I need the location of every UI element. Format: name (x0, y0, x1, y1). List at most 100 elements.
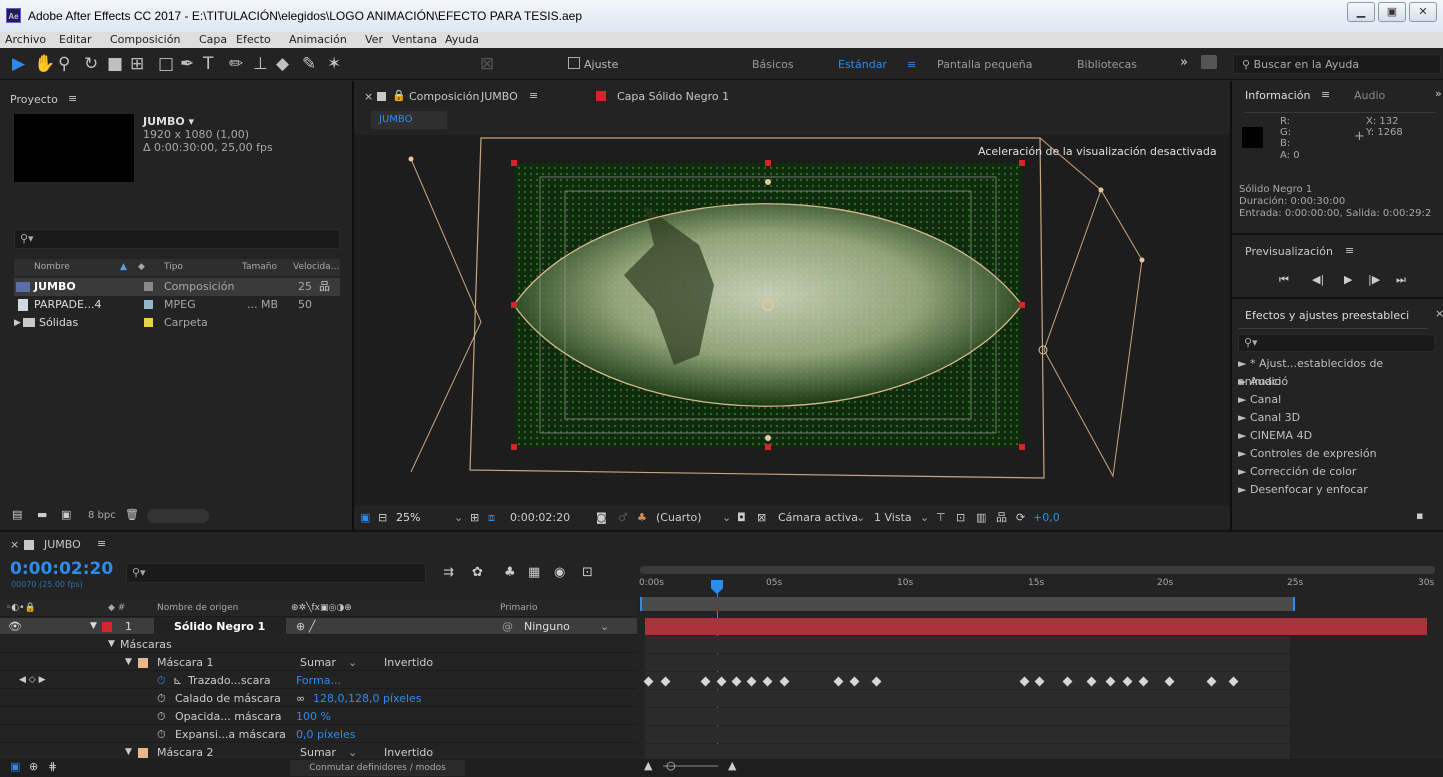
shy-icon[interactable]: ♣ (504, 565, 516, 580)
label-swatch[interactable] (102, 622, 112, 632)
always-preview-icon[interactable]: ▣ (360, 505, 370, 530)
panel-menu-icon[interactable]: ≡ (1345, 244, 1354, 257)
feather-value[interactable]: 128,0,128,0 píxeles (313, 690, 422, 707)
label-swatch[interactable] (144, 300, 153, 309)
panel-menu-icon[interactable]: ≡ (68, 92, 77, 105)
keyframe-nav-icon[interactable]: ◀ ◇ ▶ (19, 672, 46, 689)
label-swatch[interactable] (144, 282, 153, 291)
col-parent[interactable]: Primario (500, 600, 537, 617)
more-workspaces-button[interactable]: » (1180, 55, 1188, 70)
parent-select[interactable]: Ninguno (524, 618, 570, 635)
expand-arrow-icon[interactable]: ▼ (90, 618, 97, 635)
label-col-icon[interactable]: ◆ # (108, 600, 125, 617)
mask-name[interactable]: Máscara 1 (157, 654, 214, 671)
stopwatch-icon[interactable]: ⏱ (157, 672, 166, 689)
puppet-tool-icon[interactable]: ✶ (327, 54, 341, 74)
grid-icon[interactable]: ⊞ (470, 505, 479, 530)
layer-handle[interactable] (511, 160, 517, 166)
axis-icon[interactable]: ⊠ (480, 54, 494, 74)
zoom-tool-icon[interactable]: ⚲ (58, 54, 70, 74)
layer-handle[interactable] (1019, 160, 1025, 166)
layer-handle[interactable] (511, 444, 517, 450)
next-frame-icon[interactable]: |▶︎ (1368, 273, 1380, 286)
layer-tab-label[interactable]: Capa Sólido Negro 1 (617, 90, 729, 103)
first-frame-icon[interactable]: ⏮ (1279, 273, 1289, 287)
snapshot-icon[interactable]: ◙ (596, 505, 607, 530)
trash-icon[interactable]: 🗑 (125, 508, 139, 521)
resolution-select[interactable]: (Cuarto) (656, 505, 702, 530)
close-tab-icon[interactable]: × (364, 90, 373, 103)
col-tamano[interactable]: Tamaño (242, 259, 277, 276)
zoom-out-icon[interactable]: ▲ (644, 759, 652, 772)
effects-title[interactable]: Efectos y ajustes preestableci (1245, 309, 1409, 322)
layer-handle[interactable] (765, 160, 771, 166)
pixel-aspect-icon[interactable]: ⊤ (936, 505, 946, 530)
in-out-icon[interactable]: ⋕ (48, 760, 57, 773)
new-bin-icon[interactable]: ▪ (1416, 509, 1423, 522)
flowchart-icon[interactable]: 品 (319, 278, 330, 296)
panel-menu-icon[interactable]: ≡ (529, 89, 538, 102)
stopwatch-icon[interactable]: ⏱ (157, 690, 166, 707)
chevron-down-icon[interactable]: ⌄ (856, 505, 865, 530)
label-swatch[interactable] (144, 318, 153, 327)
new-comp-icon[interactable]: ▣ (61, 508, 71, 521)
brush-tool-icon[interactable]: ✏ (229, 54, 243, 74)
mask-path-value[interactable]: Forma... (296, 672, 341, 689)
stopwatch-icon[interactable]: ⏱ (157, 726, 166, 743)
more-panels-icon[interactable]: » (1435, 87, 1442, 100)
menu-capa[interactable]: Capa (199, 33, 227, 46)
audio-tab[interactable]: Audio (1354, 89, 1385, 102)
layer-row[interactable]: 👁 ▼ 1 Sólido Negro 1 ⊕ ╱ @ Ninguno ⌄ (0, 618, 637, 635)
ajuste-checkbox[interactable] (568, 57, 580, 69)
lock-icon[interactable]: 🔒 (392, 89, 406, 102)
help-search-input[interactable]: ⚲ Buscar en la Ayuda (1233, 54, 1441, 74)
exposure-value[interactable]: +0,0 (1033, 505, 1060, 530)
menu-editar[interactable]: Editar (59, 33, 92, 46)
shy-switch-icon[interactable]: ⊕ ╱ (296, 618, 315, 635)
effect-category[interactable]: ► Corrección de color (1238, 463, 1435, 481)
workspace-basicos[interactable]: Básicos (752, 58, 794, 71)
graph-editor-icon[interactable]: ⊡ (582, 565, 593, 580)
view-layout-select[interactable]: 1 Vista (874, 505, 912, 530)
rotate-tool-icon[interactable]: ↻ (84, 54, 98, 74)
menu-composicion[interactable]: Composición (110, 33, 180, 46)
property-row[interactable]: ▼ Máscaras (0, 636, 637, 653)
interpret-footage-icon[interactable]: ▤ (12, 508, 22, 521)
mask-vertex[interactable] (765, 435, 771, 441)
eraser-tool-icon[interactable]: ◆ (276, 54, 289, 74)
workspace-layout-icon[interactable] (1201, 55, 1217, 69)
menu-efecto[interactable]: Efecto (236, 33, 271, 46)
workspace-menu-icon[interactable]: ≡ (907, 58, 916, 71)
motion-blur-icon[interactable]: ◉ (554, 565, 565, 580)
mask-color-swatch[interactable] (138, 748, 148, 758)
constrain-link-icon[interactable]: ∞ (296, 690, 305, 707)
transparency-grid-icon[interactable]: ⊠ (757, 505, 766, 530)
toggle-switches-modes[interactable]: Conmutar definidores / modos (290, 760, 465, 776)
graph-icon[interactable]: ⊾ (173, 672, 182, 689)
chevron-down-icon[interactable]: ⌄ (454, 505, 463, 530)
mask-vertex[interactable] (1098, 187, 1104, 193)
menu-animacion[interactable]: Animación (289, 33, 347, 46)
property-row[interactable]: ⏱ Opacida... máscara 100 % (0, 708, 637, 725)
effects-search-input[interactable]: ⚲▾ (1238, 334, 1435, 352)
panel-menu-icon[interactable]: ≡ (97, 537, 106, 550)
expand-arrow-icon[interactable]: ▼ (108, 636, 115, 653)
color-channel-icon[interactable]: ♣ (637, 505, 647, 530)
zoom-select[interactable]: 25% (396, 505, 420, 530)
pickwhip-icon[interactable]: @ (502, 618, 513, 635)
workspace-bibliotecas[interactable]: Bibliotecas (1077, 58, 1137, 71)
layer-name[interactable]: Sólido Negro 1 (154, 618, 286, 635)
flowchart-icon[interactable]: 品 (996, 505, 1007, 530)
transfer-controls-icon[interactable]: ⊕ (29, 760, 38, 773)
comp-mini-flowchart-icon[interactable]: ⇉ (443, 565, 454, 580)
timeline-tab[interactable]: JUMBO (44, 538, 81, 551)
mask-vertex[interactable] (408, 156, 414, 162)
chevron-down-icon[interactable]: ⌄ (920, 505, 929, 530)
frame-blending-icon[interactable]: ▦ (528, 565, 540, 580)
project-item[interactable]: JUMBO Composición 25 品 (14, 278, 340, 296)
current-time[interactable]: 0:00:02:20 (510, 505, 570, 530)
layer-switches-icon[interactable]: ▣ (10, 760, 20, 773)
timeline-icon[interactable]: ▥ (976, 505, 986, 530)
inverted-checkbox[interactable]: Invertido (384, 654, 433, 671)
minimize-button[interactable]: ▁ (1347, 2, 1375, 22)
